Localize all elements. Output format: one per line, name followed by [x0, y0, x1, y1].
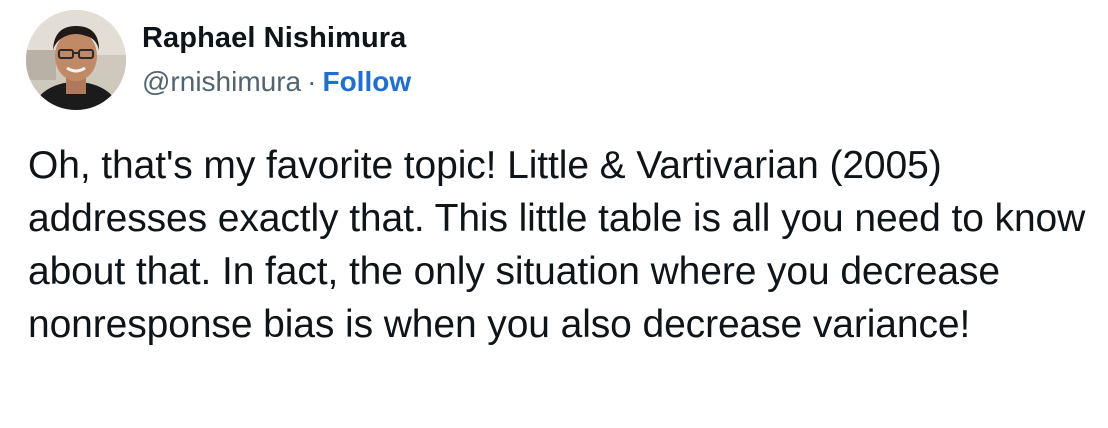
tweet-card: Raphael Nishimura @rnishimura · Follow Oh,… — [0, 0, 1108, 428]
follow-button[interactable]: Follow — [322, 66, 411, 97]
avatar-photo-icon — [26, 10, 126, 110]
tweet-header: Raphael Nishimura @rnishimura · Follow — [26, 10, 411, 110]
handle-separator: · — [307, 66, 317, 97]
author-handle-line: @rnishimura · Follow — [142, 62, 411, 102]
author-info: Raphael Nishimura @rnishimura · Follow — [142, 18, 411, 102]
author-display-name[interactable]: Raphael Nishimura — [142, 18, 411, 58]
avatar[interactable] — [26, 10, 126, 110]
author-handle[interactable]: @rnishimura — [142, 66, 301, 97]
tweet-text: Oh, that's my favorite topic! Little & V… — [28, 144, 1086, 346]
